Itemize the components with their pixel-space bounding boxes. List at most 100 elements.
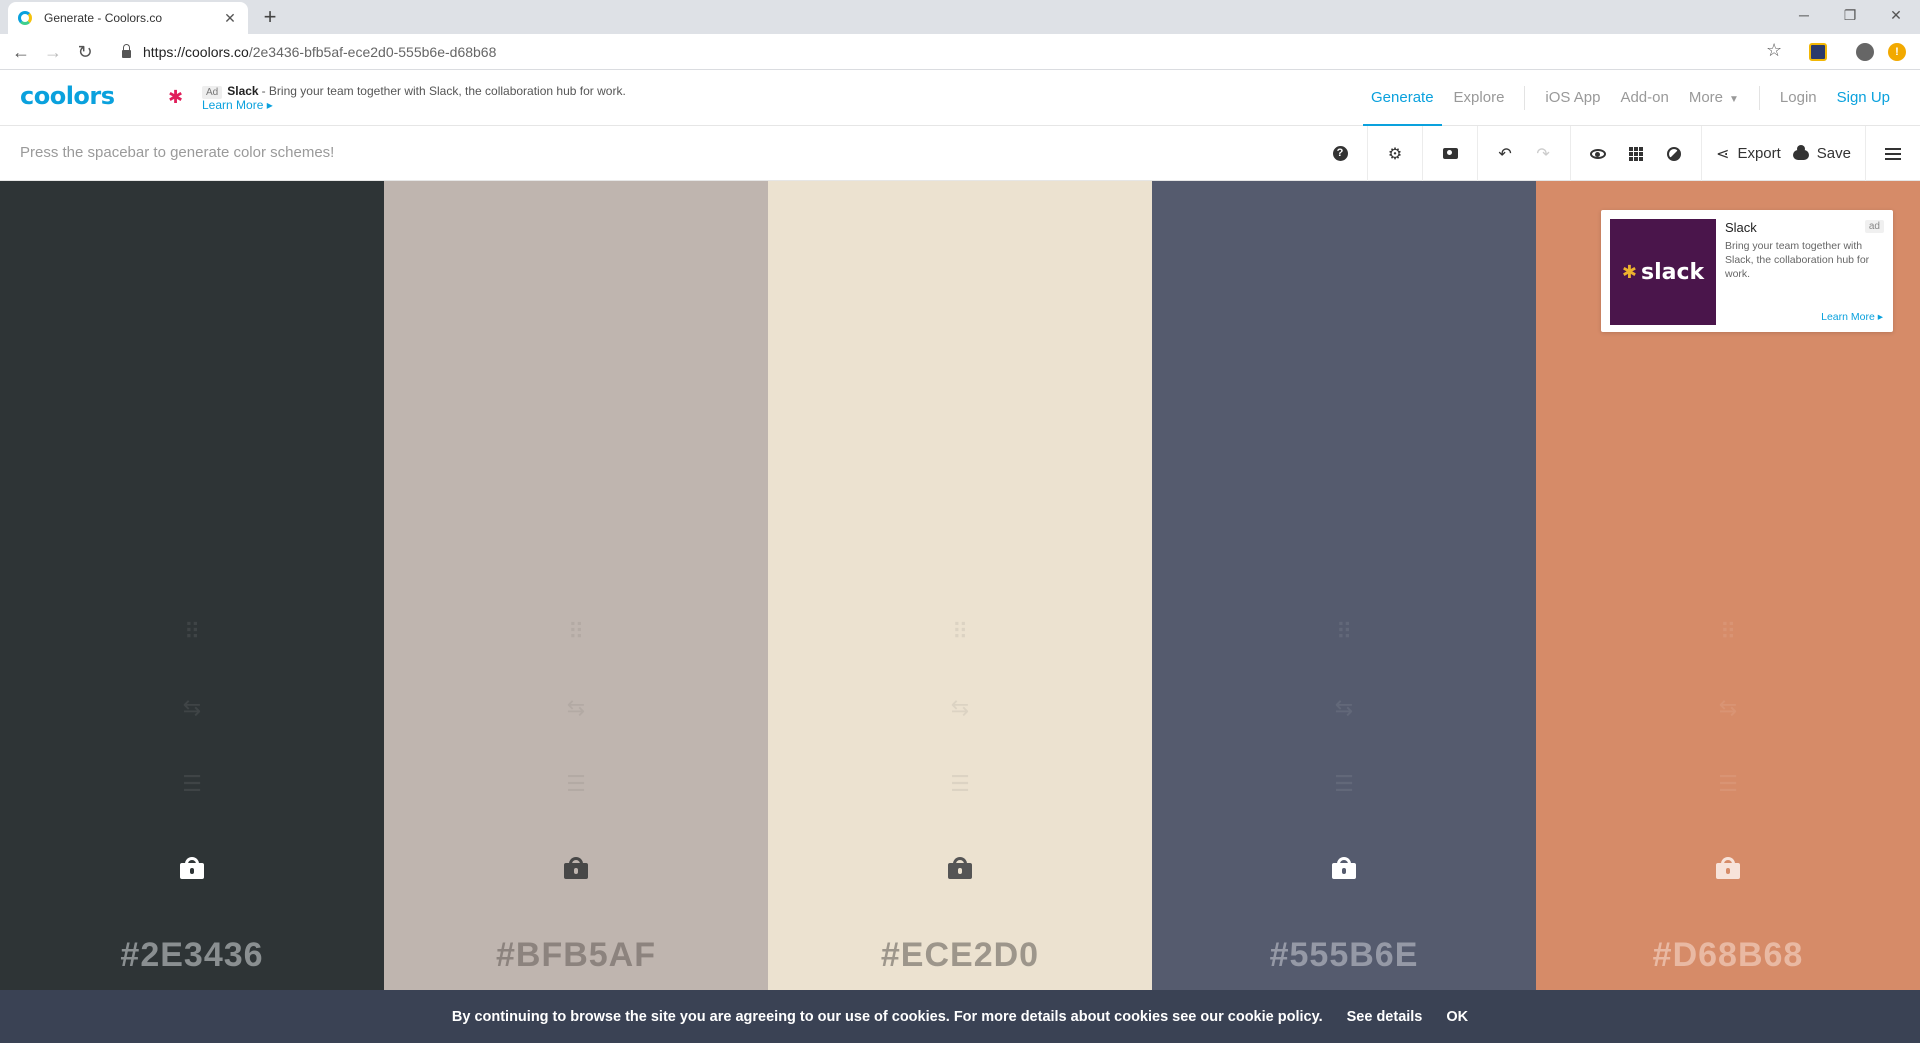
color-swatch[interactable]: ⠿ ⇆ ☰ #BFB5AF bbox=[384, 181, 768, 990]
grid-icon bbox=[1629, 146, 1644, 161]
menu-button[interactable] bbox=[1874, 126, 1912, 181]
swatch-hex-code[interactable]: #BFB5AF bbox=[384, 936, 768, 975]
browser-tab[interactable]: Generate - Coolors.co ✕ bbox=[8, 2, 248, 34]
ad-card-title: Slack bbox=[1725, 220, 1757, 235]
toolbar-divider bbox=[1477, 126, 1479, 181]
redo-button[interactable]: ↷ bbox=[1524, 126, 1562, 181]
ad-card-learn-more-link[interactable]: Learn More ▸ bbox=[1821, 311, 1883, 323]
lock-icon[interactable] bbox=[1332, 857, 1356, 879]
color-swatch[interactable]: ⠿ ⇆ ☰ #ECE2D0 bbox=[768, 181, 1152, 990]
adjust-sliders-icon[interactable]: ☰ bbox=[566, 773, 586, 795]
undo-icon: ↶ bbox=[1498, 145, 1512, 163]
export-button[interactable]: ⋖ Export bbox=[1710, 126, 1787, 181]
swatch-tools: ⠿ ⇆ ☰ bbox=[384, 621, 768, 849]
back-arrow-icon[interactable]: ← bbox=[9, 40, 33, 64]
nav-addon[interactable]: Add-on bbox=[1620, 70, 1668, 126]
swatch-hex-code[interactable]: #2E3436 bbox=[0, 936, 384, 975]
drag-handle-icon[interactable]: ⠿ bbox=[1336, 621, 1352, 643]
restore-window-icon[interactable]: ❐ bbox=[1830, 2, 1870, 28]
color-swatch[interactable]: ⠿ ⇆ ☰ #2E3436 bbox=[0, 181, 384, 990]
swap-arrows-icon[interactable]: ⇆ bbox=[1719, 697, 1737, 719]
drag-handle-icon[interactable]: ⠿ bbox=[184, 621, 200, 643]
camera-button[interactable] bbox=[1431, 126, 1469, 181]
swatch-hex-code[interactable]: #555B6E bbox=[1152, 936, 1536, 975]
adjust-sliders-icon[interactable]: ☰ bbox=[182, 773, 202, 795]
url-path: /2e3436-bfb5af-ece2d0-555b6e-d68b68 bbox=[248, 44, 497, 60]
ad-learn-more-link[interactable]: Learn More ▸ bbox=[202, 98, 273, 112]
slack-wordmark: slack bbox=[1640, 259, 1705, 285]
color-swatch[interactable]: ⠿ ⇆ ☰ #555B6E bbox=[1152, 181, 1536, 990]
toolbar-divider bbox=[1865, 126, 1866, 181]
swap-arrows-icon[interactable]: ⇆ bbox=[1335, 697, 1353, 719]
see-details-link[interactable]: See details bbox=[1347, 1009, 1423, 1025]
drag-handle-icon[interactable]: ⠿ bbox=[568, 621, 584, 643]
profile-avatar-icon[interactable] bbox=[1856, 43, 1874, 61]
lock-icon[interactable] bbox=[564, 857, 588, 879]
reload-icon[interactable]: ↻ bbox=[73, 40, 97, 64]
nav-login[interactable]: Login bbox=[1780, 70, 1817, 126]
adjust-sliders-icon[interactable]: ☰ bbox=[1718, 773, 1738, 795]
nav-ios-app[interactable]: iOS App bbox=[1545, 70, 1600, 126]
new-tab-button[interactable]: + bbox=[258, 4, 282, 30]
slack-ad-card[interactable]: ✱ slack Slack ad Bring your team togethe… bbox=[1601, 210, 1893, 332]
settings-button[interactable]: ⚙ bbox=[1376, 126, 1414, 181]
view-button[interactable] bbox=[1579, 126, 1617, 181]
slack-logo-icon: ✱ bbox=[168, 87, 184, 107]
close-window-icon[interactable]: ✕ bbox=[1876, 2, 1916, 28]
contrast-icon bbox=[1667, 146, 1682, 161]
main-nav: Generate Explore iOS App Add-on More ▼ Lo… bbox=[1361, 70, 1900, 126]
site-header: coolors ✱ Ad Slack - Bring your team toget… bbox=[0, 70, 1920, 126]
slack-ad-image: ✱ slack bbox=[1610, 219, 1716, 325]
drag-handle-icon[interactable]: ⠿ bbox=[1720, 621, 1736, 643]
cookie-message: By continuing to browse the site you are… bbox=[451, 1008, 1323, 1025]
generator-toolbar: Press the spacebar to generate color sch… bbox=[0, 126, 1920, 181]
redo-icon: ↷ bbox=[1536, 145, 1550, 163]
spacebar-hint: Press the spacebar to generate color sch… bbox=[20, 144, 335, 161]
adjust-sliders-icon[interactable]: ☰ bbox=[1334, 773, 1354, 795]
toolbar-actions: ? ⚙ ↶ ↷ ⋖ Export Save bbox=[1321, 126, 1920, 181]
coolors-logo[interactable]: coolors bbox=[20, 82, 115, 110]
header-ad[interactable]: Ad Slack - Bring your team together with S… bbox=[202, 84, 626, 99]
swap-arrows-icon[interactable]: ⇆ bbox=[951, 697, 969, 719]
contrast-button[interactable] bbox=[1655, 126, 1693, 181]
lock-icon[interactable] bbox=[180, 857, 204, 879]
nav-signup[interactable]: Sign Up bbox=[1837, 70, 1890, 126]
lock-icon[interactable] bbox=[1716, 857, 1740, 879]
ad-card-tag: ad bbox=[1864, 220, 1884, 233]
hamburger-menu-icon bbox=[1885, 147, 1901, 160]
toolbar-divider bbox=[1701, 126, 1703, 181]
close-tab-icon[interactable]: ✕ bbox=[222, 10, 238, 27]
swatch-hex-code[interactable]: #D68B68 bbox=[1536, 936, 1920, 975]
ad-card-description: Bring your team together with Slack, the… bbox=[1725, 240, 1870, 280]
nav-divider bbox=[1524, 86, 1526, 110]
nav-more-label: More bbox=[1688, 89, 1724, 106]
save-button[interactable]: Save bbox=[1787, 126, 1857, 181]
gear-icon: ⚙ bbox=[1387, 145, 1403, 163]
browser-tabstrip: Generate - Coolors.co ✕ + ─ ❐ ✕ bbox=[0, 0, 1920, 34]
swatch-tools: ⠿ ⇆ ☰ bbox=[0, 621, 384, 849]
forward-arrow-icon[interactable]: → bbox=[41, 40, 65, 64]
drag-handle-icon[interactable]: ⠿ bbox=[952, 621, 968, 643]
update-alert-icon[interactable]: ! bbox=[1888, 43, 1906, 61]
help-button[interactable]: ? bbox=[1321, 126, 1359, 181]
nav-divider bbox=[1758, 86, 1760, 110]
swap-arrows-icon[interactable]: ⇆ bbox=[567, 697, 585, 719]
toolbar-divider bbox=[1570, 126, 1572, 181]
cookie-ok-button[interactable]: OK bbox=[1446, 1009, 1468, 1025]
extension-icon[interactable] bbox=[1809, 43, 1827, 61]
help-icon: ? bbox=[1332, 146, 1348, 161]
address-bar[interactable]: https://coolors.co/2e3436-bfb5af-ece2d0-… bbox=[110, 38, 1800, 66]
save-label: Save bbox=[1816, 145, 1851, 162]
adjust-sliders-icon[interactable]: ☰ bbox=[950, 773, 970, 795]
url-host: https://coolors.co bbox=[143, 44, 249, 60]
bookmark-star-icon[interactable]: ☆ bbox=[1766, 40, 1782, 61]
undo-button[interactable]: ↶ bbox=[1486, 126, 1524, 181]
nav-explore[interactable]: Explore bbox=[1454, 70, 1505, 126]
swatch-hex-code[interactable]: #ECE2D0 bbox=[768, 936, 1152, 975]
minimize-window-icon[interactable]: ─ bbox=[1784, 2, 1824, 28]
nav-generate[interactable]: Generate bbox=[1363, 70, 1442, 126]
lock-icon[interactable] bbox=[948, 857, 972, 879]
nav-more[interactable]: More ▼ bbox=[1689, 70, 1739, 126]
swap-arrows-icon[interactable]: ⇆ bbox=[183, 697, 201, 719]
palette-grid-button[interactable] bbox=[1617, 126, 1655, 181]
